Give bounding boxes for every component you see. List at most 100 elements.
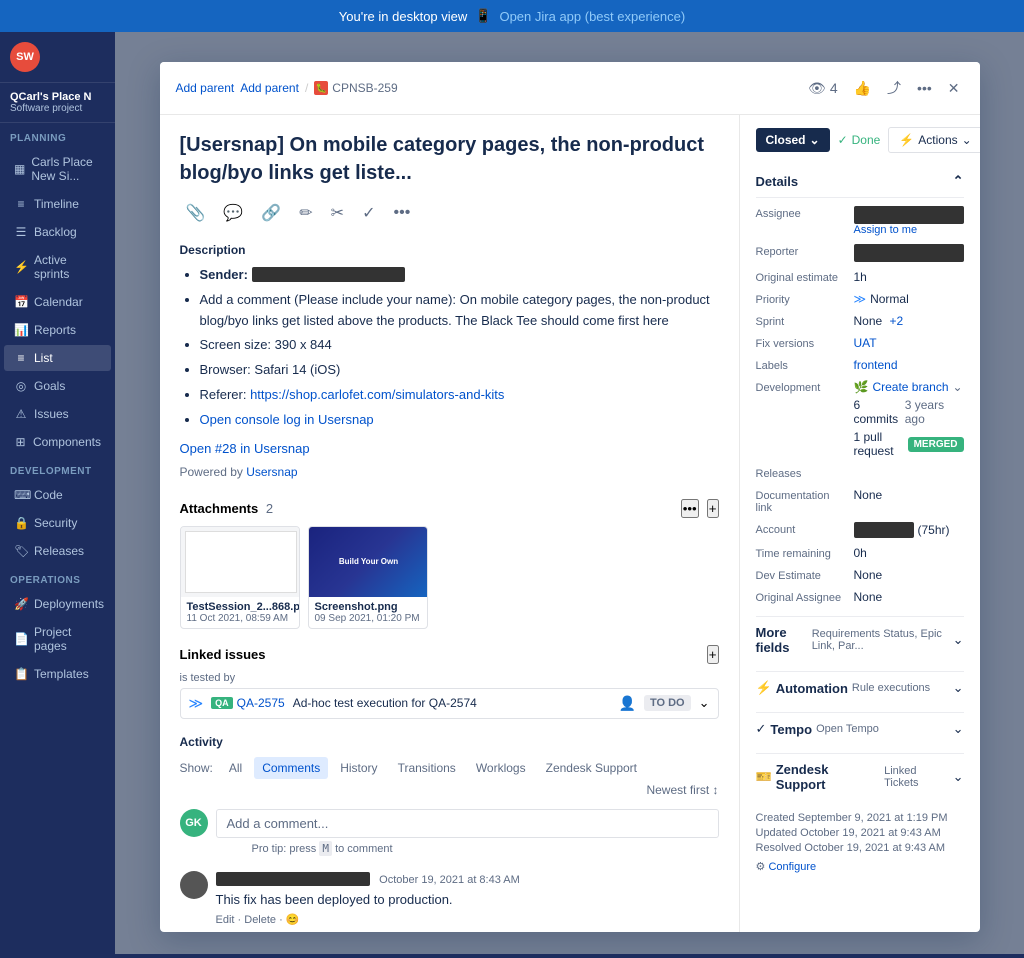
attachment-screenshot[interactable]: Build Your Own Screenshot.png 09 Sep 202… <box>308 526 428 629</box>
tempo-icon: ✓ <box>756 721 767 737</box>
comment-input[interactable]: Add a comment... <box>216 809 719 838</box>
sidebar-item-deployments[interactable]: 🚀 Deployments <box>4 591 111 617</box>
console-log-link[interactable]: Open console log in Usersnap <box>200 412 374 427</box>
comment-input-row: GK Add a comment... Pro tip: press M to … <box>180 809 719 855</box>
breadcrumb: Add parent Add parent / 🐛 CPNSB-259 <box>176 81 398 95</box>
automation-section: ⚡ Automation Rule executions ⌄ <box>756 671 964 704</box>
tab-worklogs[interactable]: Worklogs <box>468 757 534 779</box>
sidebar-item-releases[interactable]: 🏷 Releases <box>4 538 111 564</box>
configure-link[interactable]: Configure <box>768 861 816 873</box>
development-label: DEVELOPMENT <box>0 456 115 481</box>
tab-all[interactable]: All <box>221 757 250 779</box>
comment-1-react[interactable]: 😊 <box>286 914 300 926</box>
sidebar-item-list[interactable]: ≡ List <box>4 345 111 371</box>
link-button[interactable]: 🔗 <box>255 199 287 227</box>
referer-link[interactable]: https://shop.carlofet.com/simulators-and… <box>250 387 504 402</box>
edit-button[interactable]: ✏ <box>293 199 318 227</box>
tempo-header[interactable]: ✓ Tempo Open Tempo ⌄ <box>756 713 964 745</box>
modal-actions: 👁 4 👍 ⤴ ••• ✕ <box>804 74 963 102</box>
breadcrumb-add-parent[interactable]: Add parent <box>240 81 299 95</box>
activity-tabs: Show: All Comments History Transitions W… <box>180 757 719 797</box>
modal-right: Closed ⌄ ✓ Done ⚡ Actions ⌄ <box>740 115 980 932</box>
sidebar-item-active-sprints[interactable]: ⚡ Active sprints <box>4 247 111 287</box>
tab-history[interactable]: History <box>332 757 385 779</box>
sidebar-item-goals[interactable]: ◎ Goals <box>4 373 111 399</box>
sidebar-item-project-pages[interactable]: 📄 Project pages <box>4 619 111 659</box>
backlog-icon: ☰ <box>14 225 28 239</box>
tab-comments[interactable]: Comments <box>254 757 328 779</box>
add-parent-link[interactable]: Add parent <box>176 81 235 95</box>
development-row: Development 🌿 Create branch ⌄ 6 commits <box>756 380 964 458</box>
flag-button[interactable]: ✂ <box>325 199 350 227</box>
child-issue-button[interactable]: 💬 <box>217 199 249 227</box>
automation-header[interactable]: ⚡ Automation Rule executions ⌄ <box>756 672 964 704</box>
linked-issues-section: Linked issues + is tested by ≫ QA QA-257… <box>180 645 719 719</box>
deployments-icon: 🚀 <box>14 597 28 611</box>
more-fields-header[interactable]: More fields Requirements Status, Epic Li… <box>756 617 964 663</box>
sidebar-item-board[interactable]: ▦ Carls Place New Si... <box>4 149 111 189</box>
details-section: Details ⌃ Assignee Assign to me <box>756 165 964 604</box>
modal-body: [Usersnap] On mobile category pages, the… <box>160 115 980 932</box>
comment-1-delete[interactable]: Delete <box>244 914 276 926</box>
sort-button[interactable]: Newest first ↕ <box>646 783 718 797</box>
close-icon: ✕ <box>948 80 960 97</box>
vote-button[interactable]: 👍 <box>850 76 875 101</box>
activity-section: Activity Show: All Comments History Tran… <box>180 735 719 932</box>
details-header[interactable]: Details ⌃ <box>756 165 964 198</box>
configure-icon: ⚙ <box>756 861 766 873</box>
status-closed-button[interactable]: Closed ⌄ <box>756 128 830 152</box>
zendesk-header[interactable]: 🎫 Zendesk Support Linked Tickets ⌄ <box>756 754 964 800</box>
create-branch-link[interactable]: Create branch <box>872 380 948 394</box>
sidebar-item-code[interactable]: ⌨ Code <box>4 482 111 508</box>
logo-icon: SW <box>10 42 40 72</box>
sidebar-item-components[interactable]: ⊞ Components <box>4 429 111 455</box>
attach-button[interactable]: 📎 <box>180 199 212 227</box>
sidebar-item-calendar[interactable]: 📅 Calendar <box>4 289 111 315</box>
add-linked-issue-button[interactable]: + <box>707 645 719 664</box>
fix-versions-row: Fix versions UAT <box>756 336 964 350</box>
issue-key: 🐛 CPNSB-259 <box>314 81 397 95</box>
tempo-section: ✓ Tempo Open Tempo ⌄ <box>756 712 964 745</box>
sidebar-project[interactable]: QCarl's Place N Software project <box>0 83 115 123</box>
sidebar-item-timeline[interactable]: ≡ Timeline <box>4 191 111 217</box>
sprint-icon: ⚡ <box>14 260 28 274</box>
done-button[interactable]: ✓ Done <box>838 133 881 147</box>
main-area: Add parent Add parent / 🐛 CPNSB-259 👁 4 <box>115 32 1024 954</box>
operations-label: OPERATIONS <box>0 565 115 590</box>
linked-issue-badge[interactable]: QA QA-2575 <box>211 696 285 710</box>
close-modal-button[interactable]: ✕ <box>944 76 964 101</box>
assign-me-link[interactable]: Assign to me <box>854 224 964 236</box>
sidebar-item-security[interactable]: 🔒 Security <box>4 510 111 536</box>
sidebar: SW QCarl's Place N Software project PLAN… <box>0 32 115 954</box>
sidebar-logo: SW <box>0 32 115 83</box>
tab-transitions[interactable]: Transitions <box>390 757 464 779</box>
tab-zendesk[interactable]: Zendesk Support <box>538 757 645 779</box>
share-button[interactable]: ⤴ <box>883 74 905 102</box>
powered-by-link[interactable]: Usersnap <box>246 465 297 479</box>
attachment-more-button[interactable]: ••• <box>681 499 699 518</box>
more-options-button[interactable]: ••• <box>913 76 936 100</box>
share-icon: ⤴ <box>887 78 901 98</box>
doc-link-row: Documentation link None <box>756 488 964 514</box>
attachment-pdf[interactable]: TestSession_2...868.pdf 11 Oct 2021, 08:… <box>180 526 300 629</box>
sidebar-item-templates[interactable]: 📋 Templates <box>4 661 111 687</box>
assignee-value <box>854 206 964 224</box>
modal-header: Add parent Add parent / 🐛 CPNSB-259 👁 4 <box>160 62 980 115</box>
templates-icon: 📋 <box>14 667 28 681</box>
actions-button[interactable]: ⚡ Actions ⌄ <box>888 127 979 153</box>
mark-done-button[interactable]: ✓ <box>356 199 381 227</box>
more-toolbar-button[interactable]: ••• <box>387 200 416 226</box>
commits-row: 6 commits 3 years ago <box>854 398 964 426</box>
comment-1-edit[interactable]: Edit <box>216 914 235 926</box>
sidebar-item-reports[interactable]: 📊 Reports <box>4 317 111 343</box>
reporter-row: Reporter <box>756 244 964 262</box>
sidebar-item-issues[interactable]: ⚠ Issues <box>4 401 111 427</box>
account-value <box>854 522 914 538</box>
zendesk-icon: 🎫 <box>756 769 772 785</box>
sidebar-item-backlog[interactable]: ☰ Backlog <box>4 219 111 245</box>
open-jira-link[interactable]: Open Jira app (best experience) <box>499 9 685 24</box>
usersnap-link[interactable]: Open #28 in Usersnap <box>180 441 310 456</box>
commenter-1-avatar <box>180 871 208 899</box>
watchers-button[interactable]: 👁 4 <box>804 76 842 101</box>
add-attachment-button[interactable]: + <box>707 499 719 518</box>
